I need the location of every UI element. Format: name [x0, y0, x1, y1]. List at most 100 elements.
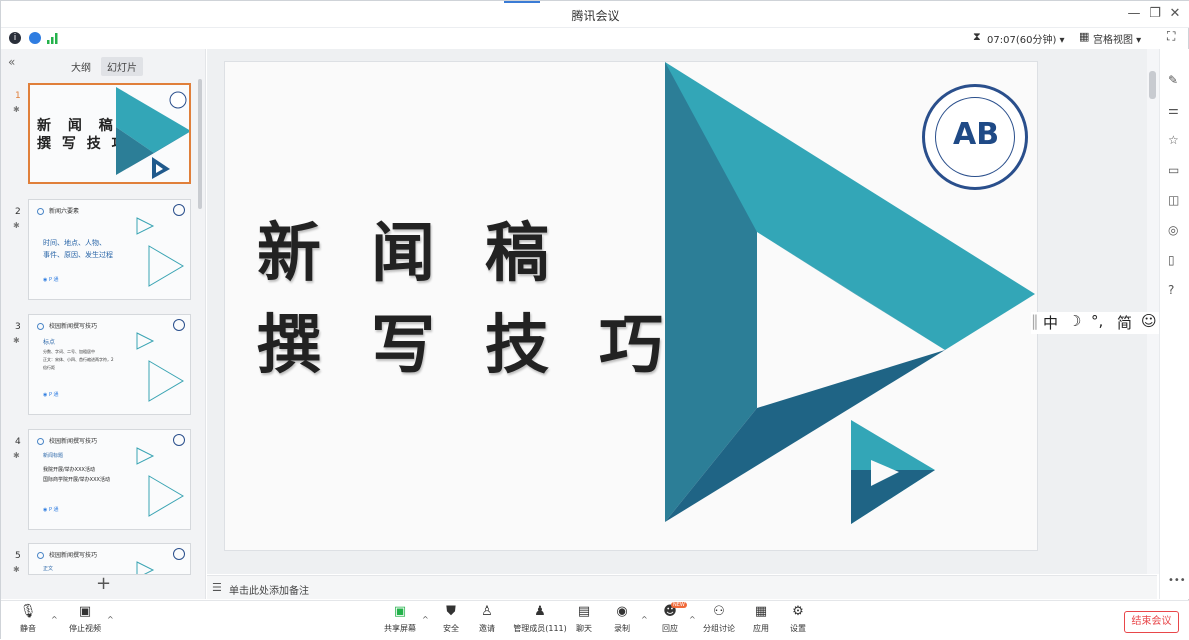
- settings-button[interactable]: ⚙ 设置: [772, 604, 824, 634]
- slide-thumbnail[interactable]: 校园新闻撰写技巧 标点 分数、字词、二号、加粗居中 正文：宋体、小四、首行缩进两…: [28, 314, 191, 415]
- school-logo: [173, 434, 185, 446]
- stop-video-label: 停止视频: [69, 624, 101, 633]
- info-icon[interactable]: i: [9, 32, 21, 44]
- bullet-icon: [37, 438, 44, 445]
- mute-label: 静音: [20, 624, 36, 633]
- restore-button[interactable]: ❐: [1145, 5, 1165, 23]
- settings-label: 设置: [790, 624, 806, 633]
- thumb-body-2: 事件、原因、发生过程: [43, 251, 113, 259]
- close-button[interactable]: ✕: [1165, 5, 1185, 23]
- shield-icon[interactable]: [29, 32, 41, 44]
- slide-number: 4: [15, 437, 21, 447]
- invite-label: 邀请: [479, 624, 495, 633]
- thumb-sub: 新闻标题: [43, 453, 64, 459]
- thumb-footer-logo: ◉ P 通: [43, 507, 59, 513]
- slide-thumbnail[interactable]: 校园新闻撰写技巧 新闻标题 我院开展/举办XXX活动 国际商学院开展/举办XXX…: [28, 429, 191, 530]
- screen-icon[interactable]: ▭: [1168, 163, 1179, 177]
- pin-icon[interactable]: ☆: [1168, 133, 1179, 147]
- ime-punct[interactable]: °,: [1091, 312, 1103, 330]
- slide-thumbnail[interactable]: 新 闻 稿 撰 写 技 巧: [28, 83, 191, 184]
- timer-text: 07:07(60分钟): [987, 35, 1057, 46]
- thumb-body-3: 倍行距: [43, 365, 55, 370]
- thumb-heading: 校园新闻撰写技巧: [49, 438, 98, 445]
- bullet-icon: [37, 552, 44, 559]
- thumb-footer-logo: ◉ P 通: [43, 277, 59, 283]
- status-row: i ⧗ 07:07(60分钟) ▾ ▦ 宫格视图 ▾ ⛶: [1, 28, 1189, 49]
- help-icon[interactable]: ?: [1168, 283, 1174, 297]
- hourglass-icon: ⧗: [973, 30, 981, 43]
- reactions-label: 回应: [662, 624, 678, 633]
- chevron-up-icon[interactable]: ^: [51, 615, 58, 624]
- main-slide[interactable]: 新闻稿 撰写技巧 AB: [224, 61, 1038, 551]
- panel-scrollbar[interactable]: [198, 79, 202, 209]
- fullscreen-icon[interactable]: ⛶: [1167, 29, 1175, 44]
- thumb-triangle-graphic: [116, 87, 189, 179]
- stop-video-button[interactable]: ▣ 停止视频: [59, 604, 111, 634]
- right-toolbar: ✎ ⚌ ☆ ▭ ◫ ◎ ▯ ? •••: [1159, 49, 1189, 599]
- thumb-arrow-graphic: [136, 447, 184, 517]
- thumb-title-1: 新 闻 稿: [37, 118, 119, 134]
- slide-panel: « 大纲 幻灯片 1 ✱ 新 闻 稿 撰 写 技 巧 2 ✱ 新闻六要素 时间、…: [1, 49, 206, 599]
- collapse-panel-icon[interactable]: «: [8, 55, 15, 69]
- logo-mark: AB: [953, 117, 1000, 152]
- thumb-sub: 正文: [43, 566, 54, 572]
- ime-grip-icon: ‖: [1031, 312, 1039, 330]
- window-title: 腾讯会议: [571, 9, 620, 23]
- share-screen-button[interactable]: ▣ 共享屏幕: [374, 604, 426, 634]
- end-meeting-button[interactable]: 结束会议: [1124, 611, 1179, 633]
- thumb-heading: 校园新闻撰写技巧: [49, 552, 98, 559]
- slide-thumbnail[interactable]: 新闻六要素 时间、地点、人物、 事件、原因、发生过程 ◉ P 通: [28, 199, 191, 300]
- bottom-toolbar: 🎙︎ 静音 ^ ▣ 停止视频 ^ ▣ 共享屏幕 ^ ⛊ 安全 ♙ 邀请 ♟ 管理…: [1, 600, 1189, 640]
- mute-button[interactable]: 🎙︎ 静音: [2, 604, 54, 634]
- star-icon: ✱: [13, 221, 20, 230]
- view-mode-label: 宫格视图: [1093, 35, 1133, 46]
- share-screen-icon: ▣: [393, 604, 407, 619]
- chevron-up-icon[interactable]: ^: [107, 615, 114, 624]
- thumb-heading: 校园新闻撰写技巧: [49, 323, 98, 330]
- thumb-body-1: 分数、字词、二号、加粗居中: [43, 349, 95, 354]
- thumb-footer-logo: ◉ P 通: [43, 392, 59, 398]
- school-logo: [173, 319, 185, 331]
- ime-lang[interactable]: 中: [1043, 312, 1058, 333]
- add-slide-button[interactable]: +: [96, 573, 111, 594]
- share-label: 共享屏幕: [384, 624, 416, 633]
- minimize-button[interactable]: —: [1124, 5, 1144, 23]
- view-mode-select[interactable]: 宫格视图 ▾: [1093, 31, 1141, 46]
- school-logo: [173, 204, 185, 216]
- slide-number: 5: [15, 551, 21, 561]
- camera-icon[interactable]: ◫: [1168, 193, 1179, 207]
- notes-bar[interactable]: ☰ 单击此处添加备注: [207, 575, 1157, 599]
- thumb-body-2: 国际商学院开展/举办XXX活动: [43, 477, 110, 483]
- notes-icon: ☰: [212, 581, 222, 594]
- ime-emoji-icon[interactable]: ☺: [1141, 312, 1157, 330]
- microphone-icon: 🎙︎: [19, 604, 37, 619]
- thumb-arrow-graphic: [136, 217, 184, 287]
- star-icon: ✱: [13, 336, 20, 345]
- scroll-thumb[interactable]: [1149, 71, 1156, 99]
- add-user-icon: ♙: [481, 604, 493, 619]
- school-logo: [173, 548, 185, 560]
- tab-slides[interactable]: 幻灯片: [101, 57, 143, 76]
- slide-thumbnail[interactable]: 校园新闻撰写技巧 正文: [28, 543, 191, 575]
- slide-number: 2: [15, 207, 21, 217]
- pen-icon[interactable]: ✎: [1168, 73, 1178, 87]
- signal-icon[interactable]: [47, 33, 59, 44]
- slide-title-line2: 撰写技巧: [257, 309, 713, 383]
- slide-title-line1: 新闻稿: [257, 217, 599, 291]
- tab-outline[interactable]: 大纲: [65, 57, 97, 76]
- star-icon: ✱: [13, 105, 20, 114]
- gear-icon: ⚙: [792, 604, 804, 619]
- location-icon[interactable]: ◎: [1168, 223, 1178, 237]
- thumb-body-1: 我院开展/举办XXX活动: [43, 467, 95, 473]
- more-icon[interactable]: •••: [1168, 575, 1186, 586]
- sliders-icon[interactable]: ⚌: [1168, 103, 1179, 117]
- title-bar: 腾讯会议 — ❐ ✕: [1, 1, 1189, 28]
- invite-button[interactable]: ♙ 邀请: [461, 604, 513, 634]
- thumb-heading: 新闻六要素: [49, 208, 80, 215]
- slide-stage: 新闻稿 撰写技巧 AB: [207, 49, 1147, 574]
- ime-moon-icon[interactable]: ☽: [1068, 312, 1081, 330]
- ime-simplified[interactable]: 简: [1117, 312, 1132, 333]
- slide-number: 3: [15, 322, 21, 332]
- meeting-timer[interactable]: 07:07(60分钟) ▾: [987, 31, 1065, 46]
- book-icon[interactable]: ▯: [1168, 253, 1175, 267]
